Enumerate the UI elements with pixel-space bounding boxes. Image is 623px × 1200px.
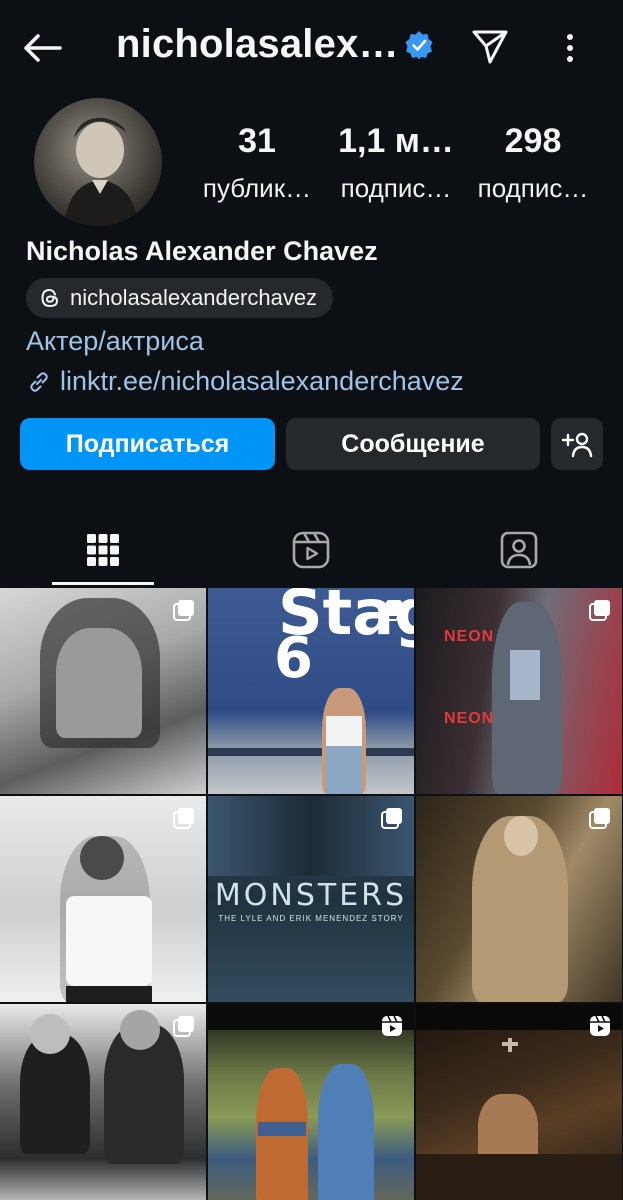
profile-link-text: linktr.ee/nicholasalexanderchavez (60, 366, 464, 396)
stat-value: 31 (238, 122, 276, 160)
carousel-icon (173, 600, 194, 621)
threads-handle: nicholasalexanderchavez (70, 285, 318, 310)
active-tab-indicator (52, 582, 154, 585)
vertical-dots-icon (567, 34, 573, 62)
post-thumbnail[interactable] (0, 588, 206, 794)
profile-photo (64, 117, 138, 226)
profile-tabs (0, 514, 623, 586)
top-bar: nicholasalex… (0, 0, 623, 96)
post-thumbnail[interactable] (208, 1004, 414, 1200)
carousel-icon (589, 808, 610, 829)
follow-button[interactable]: Подписаться (20, 418, 275, 470)
carousel-icon (381, 808, 402, 829)
carousel-icon (173, 808, 194, 829)
grid-icon (87, 534, 119, 566)
link-icon (30, 371, 48, 392)
suggested-users-button[interactable] (551, 418, 603, 470)
add-user-icon (561, 432, 593, 458)
post-text-neon: NEON (444, 628, 495, 645)
verified-badge-icon (405, 31, 433, 60)
post-text-neon: NEON (444, 710, 495, 727)
carousel-icon (381, 600, 402, 621)
reels-icon (292, 531, 330, 569)
profile-username[interactable]: nicholasalex… (116, 22, 399, 67)
post-thumbnail[interactable] (0, 796, 206, 1002)
profile-category: Актер/актриса (26, 326, 204, 356)
post-thumbnail[interactable] (416, 1004, 622, 1200)
avatar[interactable] (34, 98, 162, 226)
profile-link[interactable]: linktr.ee/nicholasalexanderchavez (26, 366, 464, 397)
post-thumbnail[interactable]: NEON NEON (416, 588, 622, 794)
post-text-subtitle: THE LYLE AND ERIK MENENDEZ STORY (218, 914, 404, 923)
message-button[interactable]: Сообщение (286, 418, 540, 470)
carousel-icon (589, 600, 610, 621)
post-thumbnail[interactable]: Stag 6 (208, 588, 414, 794)
paper-plane-icon (472, 30, 508, 64)
post-text-title: MONSTERS (214, 878, 408, 913)
more-options-button[interactable] (556, 28, 584, 68)
post-text-number: 6 (274, 626, 313, 691)
arrow-left-icon (24, 34, 62, 62)
stat-value: 298 (504, 122, 562, 160)
followers-count[interactable]: 1,1 м… подпис… (334, 122, 458, 204)
threads-badge[interactable]: nicholasalexanderchavez (26, 278, 334, 318)
reel-icon (590, 1015, 610, 1036)
post-thumbnail[interactable]: MONSTERS THE LYLE AND ERIK MENENDEZ STOR… (208, 796, 414, 1002)
tagged-icon (500, 531, 538, 569)
send-message-button[interactable] (470, 26, 510, 66)
posts-count[interactable]: 31 публик… (198, 122, 316, 204)
threads-icon (41, 288, 59, 308)
stat-label: подпис… (477, 173, 589, 203)
reel-icon (382, 1015, 402, 1036)
post-thumbnail[interactable] (416, 796, 622, 1002)
posts-grid: Stag 6 NEON NEON MONSTERS THE LY (0, 588, 623, 1200)
stat-label: подпис… (340, 173, 452, 203)
tab-posts-grid[interactable] (52, 514, 154, 586)
stat-value: 1,1 м… (338, 122, 454, 160)
post-thumbnail[interactable] (0, 1004, 206, 1200)
back-button[interactable] (22, 28, 70, 68)
tab-tagged[interactable] (468, 514, 570, 586)
following-count[interactable]: 298 подпис… (470, 122, 596, 204)
profile-full-name: Nicholas Alexander Chavez (26, 236, 378, 266)
carousel-icon (173, 1016, 194, 1037)
stat-label: публик… (202, 173, 312, 203)
tab-reels[interactable] (260, 514, 362, 586)
